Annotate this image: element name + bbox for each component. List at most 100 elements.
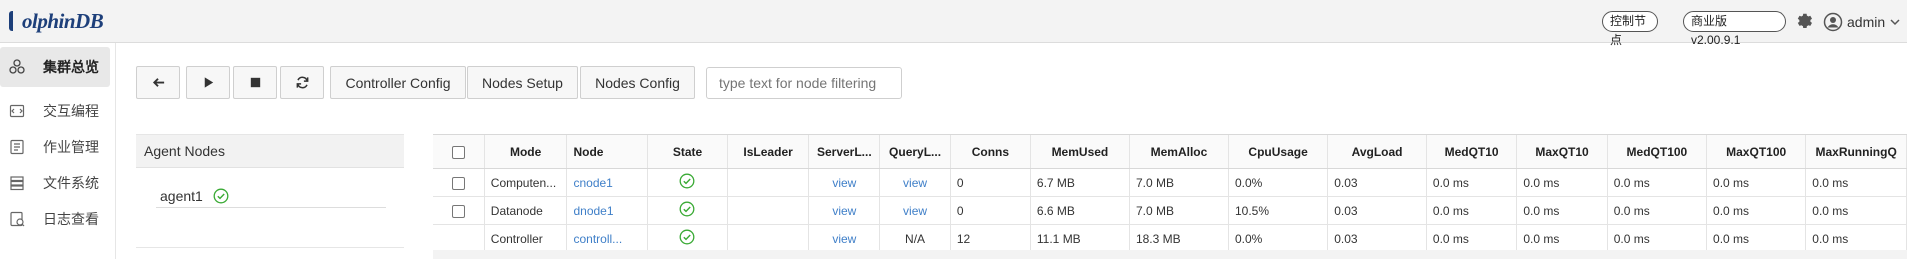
medqt100-cell: 0.0 ms xyxy=(1607,196,1708,225)
mode-cell: Computen... xyxy=(484,168,568,197)
state-cell xyxy=(647,196,728,225)
sidebar-item-label: 作业管理 xyxy=(43,139,99,155)
control-node-badge[interactable]: 控制节点 xyxy=(1602,11,1658,47)
user-name: admin xyxy=(1847,13,1886,30)
memalloc-cell: 7.0 MB xyxy=(1129,168,1229,197)
memalloc-cell: 18.3 MB xyxy=(1129,224,1229,253)
column-header-maxqt10[interactable]: MaxQT10 xyxy=(1516,135,1608,169)
table-row[interactable]: Datanode dnode1 view view 0 6.6 MB 7.0 M… xyxy=(433,196,1907,225)
sidebar-item-label: 集群总览 xyxy=(43,59,99,75)
node-link[interactable]: controll... xyxy=(566,224,649,253)
query-log-cell: N/A xyxy=(879,224,951,253)
column-header-node[interactable]: Node xyxy=(566,135,649,169)
column-header-query-log[interactable]: QueryL... xyxy=(879,135,951,169)
server-log-view-link[interactable]: view xyxy=(808,168,881,197)
column-header-mode[interactable]: Mode xyxy=(484,135,568,169)
isleader-cell xyxy=(727,168,810,197)
user-menu[interactable]: admin xyxy=(1823,11,1901,32)
column-header-isleader[interactable]: IsLeader xyxy=(727,135,810,169)
sidebar: 集群总览 交互编程 作业管理 文件系统 日志查看 xyxy=(0,43,116,259)
sidebar-item-interactive-programming[interactable]: 交互编程 xyxy=(0,91,111,131)
query-log-view-link[interactable]: view xyxy=(879,168,951,197)
gear-icon[interactable] xyxy=(1795,11,1815,31)
column-header-server-log[interactable]: ServerL... xyxy=(808,135,881,169)
column-header-conns[interactable]: Conns xyxy=(950,135,1031,169)
log-icon xyxy=(10,211,25,227)
table-row[interactable]: Computen... cnode1 view view 0 6.7 MB 7.… xyxy=(433,168,1907,197)
sidebar-item-job-management[interactable]: 作业管理 xyxy=(0,127,111,167)
horizontal-scrollbar[interactable] xyxy=(433,250,1907,259)
column-header-maxqt100[interactable]: MaxQT100 xyxy=(1706,135,1807,169)
medqt100-cell: 0.0 ms xyxy=(1607,168,1708,197)
start-node-button[interactable] xyxy=(186,66,230,99)
refresh-button[interactable] xyxy=(280,66,324,99)
sidebar-item-log-viewer[interactable]: 日志查看 xyxy=(0,199,111,239)
agent-name: agent1 xyxy=(160,188,203,204)
memused-cell: 6.7 MB xyxy=(1030,168,1130,197)
column-header-medqt10[interactable]: MedQT10 xyxy=(1426,135,1518,169)
cpuusage-cell: 10.5% xyxy=(1228,196,1329,225)
sidebar-item-label: 文件系统 xyxy=(43,175,99,191)
nodes-table-container: Mode Node State IsLeader ServerL... Quer… xyxy=(433,134,1907,260)
select-all-checkbox[interactable] xyxy=(451,145,465,159)
maxrunningq-cell: 0.0 ms xyxy=(1805,168,1907,197)
table-row[interactable]: Controller controll... view N/A 12 11.1 … xyxy=(433,224,1907,253)
isleader-cell xyxy=(727,196,810,225)
isleader-cell xyxy=(727,224,810,253)
node-link[interactable]: cnode1 xyxy=(566,168,649,197)
column-header-state[interactable]: State xyxy=(647,135,728,169)
server-log-view-link[interactable]: view xyxy=(808,196,881,225)
query-log-view-link[interactable]: view xyxy=(879,196,951,225)
node-filter-input[interactable] xyxy=(706,67,902,99)
top-header: olphinDB 控制节点 商业版 v2.00.9.1 admin xyxy=(0,0,1907,47)
maxqt10-cell: 0.0 ms xyxy=(1516,196,1608,225)
refresh-icon xyxy=(296,76,308,89)
column-header-maxrunningq[interactable]: MaxRunningQ xyxy=(1805,135,1907,169)
nodes-setup-button[interactable]: Nodes Setup xyxy=(467,66,578,99)
row-checkbox[interactable] xyxy=(451,204,465,218)
row-checkbox-cell[interactable] xyxy=(433,196,485,225)
node-link[interactable]: dnode1 xyxy=(566,196,649,225)
server-log-view-link[interactable]: view xyxy=(808,224,881,253)
agent-list-item[interactable]: agent1 xyxy=(156,185,386,208)
row-checkbox-cell[interactable] xyxy=(433,168,485,197)
sidebar-item-file-system[interactable]: 文件系统 xyxy=(0,163,111,203)
check-circle-icon xyxy=(680,173,695,189)
logo-text: olphinDB xyxy=(22,8,104,33)
column-header-medqt100[interactable]: MedQT100 xyxy=(1607,135,1708,169)
maxqt100-cell: 0.0 ms xyxy=(1706,168,1807,197)
check-circle-icon xyxy=(213,188,229,204)
column-header-memalloc[interactable]: MemAlloc xyxy=(1129,135,1229,169)
mode-cell: Controller xyxy=(484,224,568,253)
nodes-config-button[interactable]: Nodes Config xyxy=(580,66,695,99)
stop-node-button[interactable] xyxy=(233,66,277,99)
medqt10-cell: 0.0 ms xyxy=(1426,168,1518,197)
select-all-checkbox-cell[interactable] xyxy=(433,135,485,169)
state-cell xyxy=(647,224,728,253)
medqt10-cell: 0.0 ms xyxy=(1426,196,1518,225)
column-header-avgload[interactable]: AvgLoad xyxy=(1327,135,1427,169)
controller-config-button[interactable]: Controller Config xyxy=(330,66,466,99)
job-icon xyxy=(10,139,24,155)
logo-mark-icon xyxy=(9,11,21,31)
column-header-cpuusage[interactable]: CpuUsage xyxy=(1228,135,1329,169)
medqt100-cell: 0.0 ms xyxy=(1607,224,1708,253)
maxrunningq-cell: 0.0 ms xyxy=(1805,196,1907,225)
avgload-cell: 0.03 xyxy=(1327,196,1427,225)
agent-nodes-title: Agent Nodes xyxy=(136,135,404,168)
dolphindb-logo[interactable]: olphinDB xyxy=(9,8,104,34)
cluster-icon xyxy=(9,59,25,74)
maxqt10-cell: 0.0 ms xyxy=(1516,224,1608,253)
maxqt100-cell: 0.0 ms xyxy=(1706,224,1807,253)
back-button[interactable] xyxy=(136,66,180,99)
memalloc-cell: 7.0 MB xyxy=(1129,196,1229,225)
column-header-memused[interactable]: MemUsed xyxy=(1030,135,1130,169)
sidebar-item-cluster-overview[interactable]: 集群总览 xyxy=(0,47,110,87)
avgload-cell: 0.03 xyxy=(1327,168,1427,197)
sidebar-item-label: 交互编程 xyxy=(43,103,99,119)
version-badge[interactable]: 商业版 v2.00.9.1 xyxy=(1683,11,1786,47)
play-icon xyxy=(204,77,213,88)
conns-cell: 12 xyxy=(950,224,1031,253)
row-checkbox[interactable] xyxy=(451,176,465,190)
row-checkbox-cell xyxy=(433,224,485,253)
